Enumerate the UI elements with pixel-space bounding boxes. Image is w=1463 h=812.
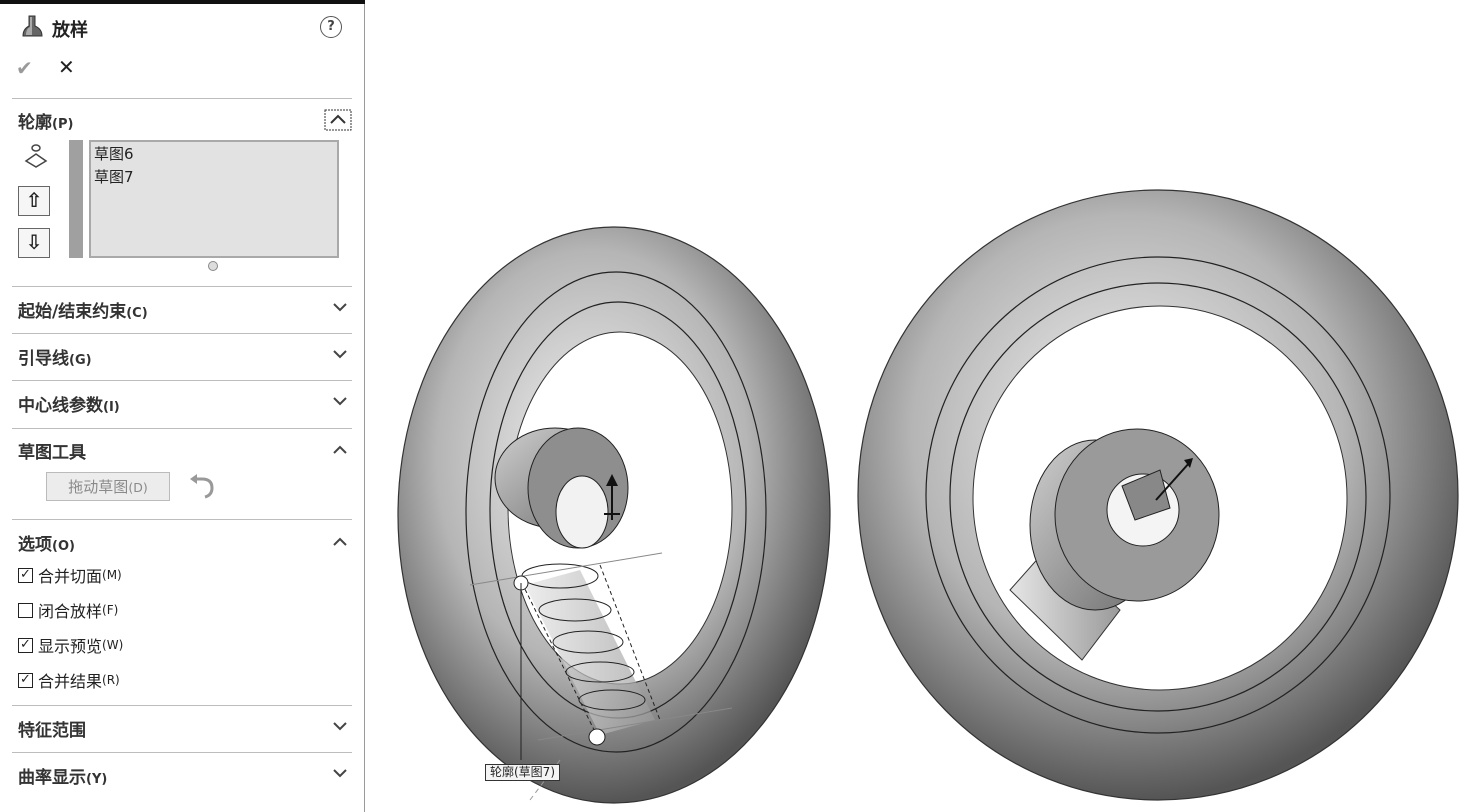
divider xyxy=(12,519,352,520)
merge-result-option[interactable]: ✓ 合并结果 (R) xyxy=(18,668,120,692)
list-item[interactable]: 草图7 xyxy=(94,166,334,189)
checkbox-unchecked[interactable] xyxy=(18,602,33,618)
divider xyxy=(12,752,352,753)
profile-list[interactable]: 草图6 草图7 xyxy=(89,140,339,258)
checkbox-checked[interactable]: ✓ xyxy=(18,637,33,653)
section-centerline-header[interactable]: 中心线参数(I) xyxy=(18,391,120,416)
option-label: 闭合放样 xyxy=(38,602,103,621)
option-label: 显示预览 xyxy=(38,637,103,656)
close-icon[interactable]: ✕ xyxy=(58,55,75,79)
option-label: 合并切面 xyxy=(38,567,103,586)
section-sketch-tools-header[interactable]: 草图工具 xyxy=(18,438,86,463)
section-feature-scope-label: 特征范围 xyxy=(18,721,86,741)
chevron-down-icon[interactable] xyxy=(331,348,349,362)
check-icon[interactable]: ✔ xyxy=(16,56,33,80)
section-guides-label: 引导线 xyxy=(18,349,69,369)
section-guides-shortcut: (G) xyxy=(69,353,92,368)
section-centerline-label: 中心线参数 xyxy=(18,396,103,416)
section-guides-header[interactable]: 引导线(G) xyxy=(18,344,92,369)
handwheel-left[interactable] xyxy=(397,226,831,804)
chevron-down-icon[interactable] xyxy=(331,395,349,409)
panel-top-border xyxy=(0,0,365,4)
move-up-button[interactable]: ⇧ xyxy=(18,186,50,216)
section-curvature-shortcut: (Y) xyxy=(86,772,108,787)
checkbox-checked[interactable]: ✓ xyxy=(18,567,33,583)
section-profile-shortcut: (P) xyxy=(52,117,74,132)
section-start-end-header[interactable]: 起始/结束约束(C) xyxy=(18,297,148,322)
section-start-end-label: 起始/结束约束 xyxy=(18,302,127,322)
divider xyxy=(12,428,352,429)
section-curvature-label: 曲率显示 xyxy=(18,768,86,788)
divider xyxy=(12,333,352,334)
chevron-down-icon[interactable] xyxy=(331,301,349,315)
option-shortcut: (W) xyxy=(102,638,124,652)
section-options-shortcut: (O) xyxy=(52,539,75,554)
chevron-down-icon[interactable] xyxy=(331,720,349,734)
section-start-end-shortcut: (C) xyxy=(126,306,148,321)
option-shortcut: (F) xyxy=(102,603,119,617)
handwheel-right[interactable] xyxy=(857,189,1459,801)
section-profile-label: 轮廓 xyxy=(18,113,52,133)
option-shortcut: (R) xyxy=(102,673,120,687)
divider xyxy=(12,98,352,99)
merge-tangent-option[interactable]: ✓ 合并切面 (M) xyxy=(18,563,122,587)
show-preview-option[interactable]: ✓ 显示预览 (W) xyxy=(18,633,123,657)
divider xyxy=(12,705,352,706)
chevron-up-icon[interactable] xyxy=(331,534,349,548)
chevron-down-icon[interactable] xyxy=(331,767,349,781)
section-profile-header[interactable]: 轮廓(P) xyxy=(18,108,73,133)
graphics-viewport[interactable]: 轮廓(草图7) xyxy=(366,0,1463,812)
drag-sketch-button[interactable]: 拖动草图(D) xyxy=(46,472,170,501)
collapse-icon[interactable] xyxy=(324,109,352,131)
move-down-button[interactable]: ⇩ xyxy=(18,228,50,258)
drag-sketch-label: 拖动草图 xyxy=(68,478,129,496)
option-shortcut: (M) xyxy=(102,568,122,582)
list-item[interactable]: 草图6 xyxy=(94,143,334,166)
section-feature-scope-header[interactable]: 特征范围 xyxy=(18,716,86,741)
section-curvature-header[interactable]: 曲率显示(Y) xyxy=(18,763,107,788)
section-options-label: 选项 xyxy=(18,535,52,555)
undo-icon[interactable] xyxy=(188,473,218,501)
property-manager-panel: 放样 ? ✔ ✕ 轮廓(P) ⇧ ⇩ 草图6 草图7 起始/结束约束(C) 引导… xyxy=(0,0,365,812)
profile-callout: 轮廓(草图7) xyxy=(485,764,560,781)
drag-sketch-shortcut: (D) xyxy=(128,480,148,495)
resize-handle[interactable] xyxy=(208,261,218,271)
profile-icon xyxy=(24,144,48,168)
section-options-header[interactable]: 选项(O) xyxy=(18,530,75,555)
divider xyxy=(12,286,352,287)
chevron-up-icon[interactable] xyxy=(331,442,349,456)
option-label: 合并结果 xyxy=(38,672,103,691)
loft-icon xyxy=(22,15,43,37)
profile-callout-label: 轮廓(草图7) xyxy=(485,764,560,781)
selection-color-bar xyxy=(69,140,83,258)
checkbox-checked[interactable]: ✓ xyxy=(18,672,33,688)
panel-title: 放样 xyxy=(52,20,88,41)
divider xyxy=(12,380,352,381)
section-sketch-tools-label: 草图工具 xyxy=(18,443,86,463)
help-icon[interactable]: ? xyxy=(320,16,342,38)
close-loft-option[interactable]: 闭合放样 (F) xyxy=(18,598,118,622)
section-centerline-shortcut: (I) xyxy=(103,400,120,415)
